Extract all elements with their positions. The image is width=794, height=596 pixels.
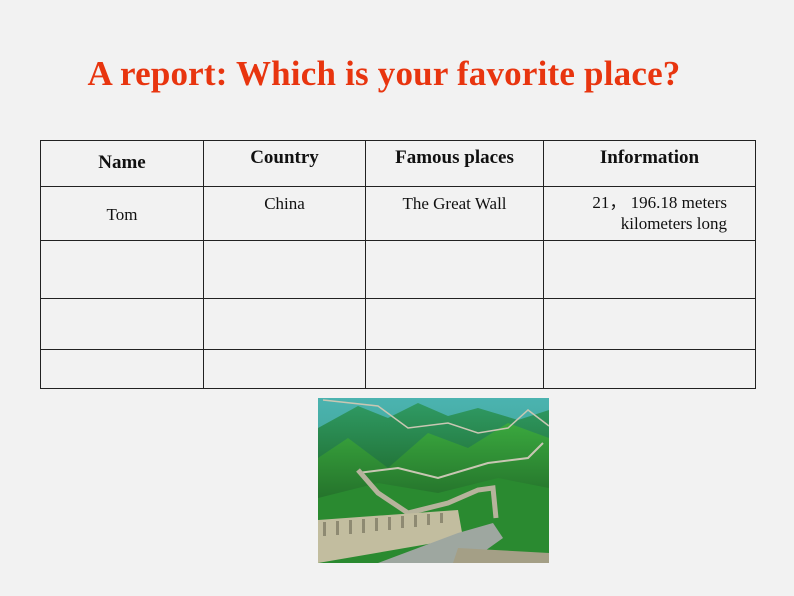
cell-country[interactable] [203, 298, 366, 350]
cell-information[interactable]: 21， 196.18 meters kilometers long [543, 186, 756, 241]
cell-information[interactable] [543, 349, 756, 389]
table-header-row: Name Country Famous places Information [40, 140, 756, 187]
page-title-text: A report: Which is your favorite place? [87, 54, 681, 93]
header-country: Country [203, 140, 366, 187]
page-title: A report: Which is your favorite place? [0, 52, 794, 96]
cell-information[interactable] [543, 240, 756, 299]
table-row: Tom China The Great Wall 21， 196.18 mete… [40, 186, 756, 241]
table-row [40, 240, 756, 299]
header-famous-places: Famous places [365, 140, 544, 187]
cell-famous-place[interactable] [365, 240, 544, 299]
cell-name[interactable] [40, 240, 204, 299]
report-table: Name Country Famous places Information T… [40, 140, 756, 389]
great-wall-photo [318, 398, 549, 563]
cell-name[interactable] [40, 298, 204, 350]
table-row [40, 298, 756, 350]
cell-country[interactable] [203, 349, 366, 389]
cell-country[interactable]: China [203, 186, 366, 241]
table-row [40, 349, 756, 389]
cell-name[interactable] [40, 349, 204, 389]
great-wall-illustration [318, 398, 549, 563]
cell-famous-place[interactable] [365, 298, 544, 350]
cell-information[interactable] [543, 298, 756, 350]
cell-famous-place[interactable]: The Great Wall [365, 186, 544, 241]
header-name: Name [40, 140, 204, 187]
cell-name[interactable]: Tom [40, 186, 204, 241]
information-text: 21， 196.18 meters kilometers long [592, 193, 727, 233]
cell-country[interactable] [203, 240, 366, 299]
cell-famous-place[interactable] [365, 349, 544, 389]
header-information: Information [543, 140, 756, 187]
